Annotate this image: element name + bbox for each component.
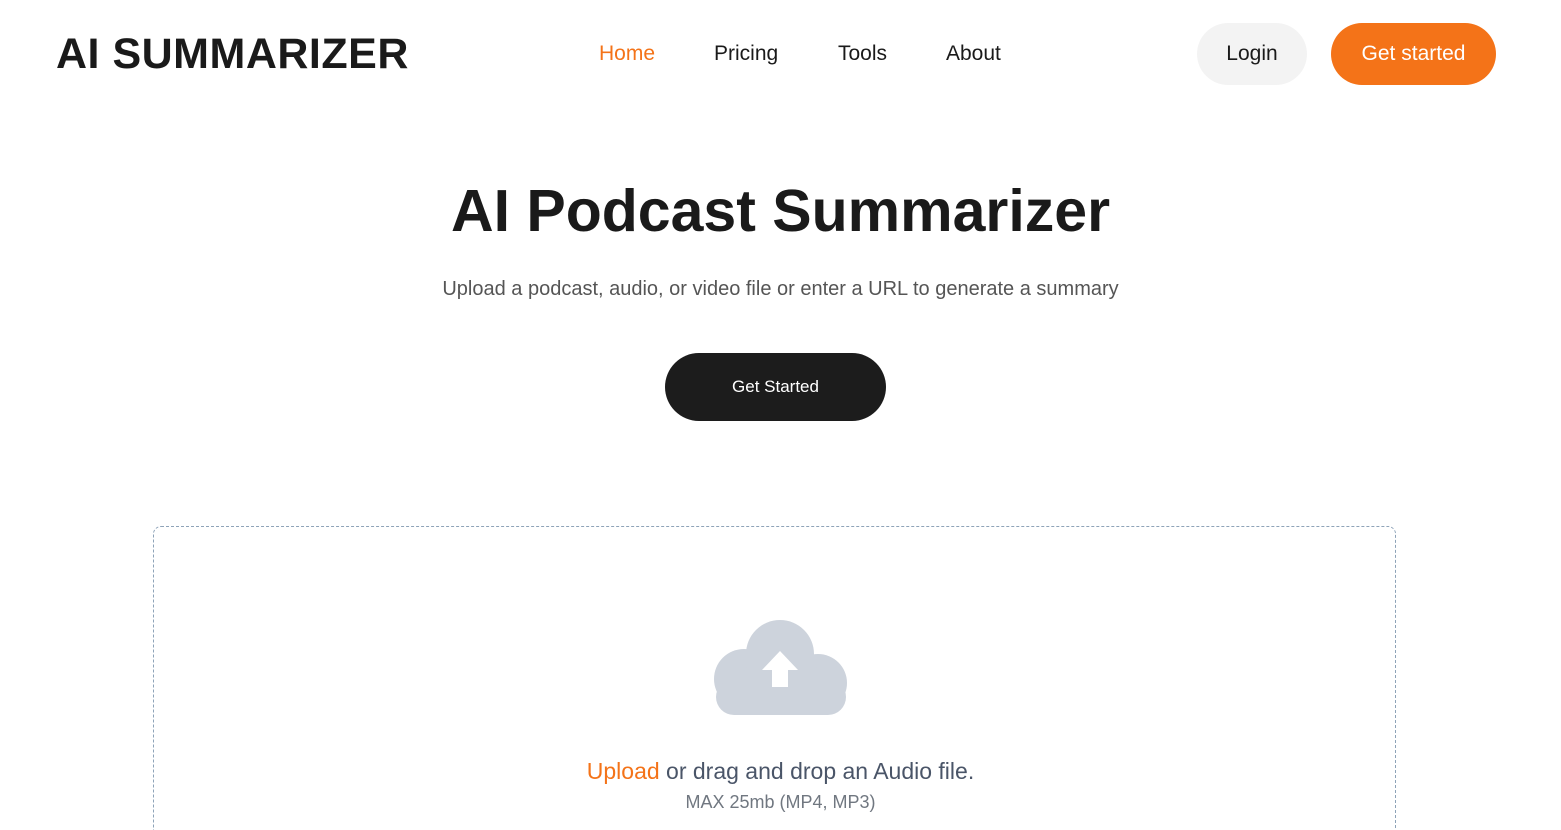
nav-item-tools[interactable]: Tools [838,38,887,70]
upload-instructions: Upload or drag and drop an Audio file. [0,757,1561,785]
upload-size-hint: MAX 25mb (MP4, MP3) [685,792,876,812]
get-started-header-button[interactable]: Get started [1331,23,1496,85]
get-started-hero-button[interactable]: Get Started [665,353,886,421]
nav-item-pricing[interactable]: Pricing [714,38,778,70]
site-logo[interactable]: AI SUMMARIZER [56,28,409,80]
nav-item-home[interactable]: Home [599,38,655,70]
nav-item-about[interactable]: About [946,38,1001,70]
cloud-upload-icon [714,620,847,715]
hero-subtitle: Upload a podcast, audio, or video file o… [442,278,1119,300]
site-header: AI SUMMARIZER Home Pricing Tools About L… [0,0,1561,108]
page: AI SUMMARIZER Home Pricing Tools About L… [0,0,1561,830]
login-button[interactable]: Login [1197,23,1307,85]
hero-title: AI Podcast Summarizer [450,178,1111,244]
upload-link[interactable]: Upload [587,758,660,784]
upload-text: or drag and drop an Audio file. [659,758,975,784]
